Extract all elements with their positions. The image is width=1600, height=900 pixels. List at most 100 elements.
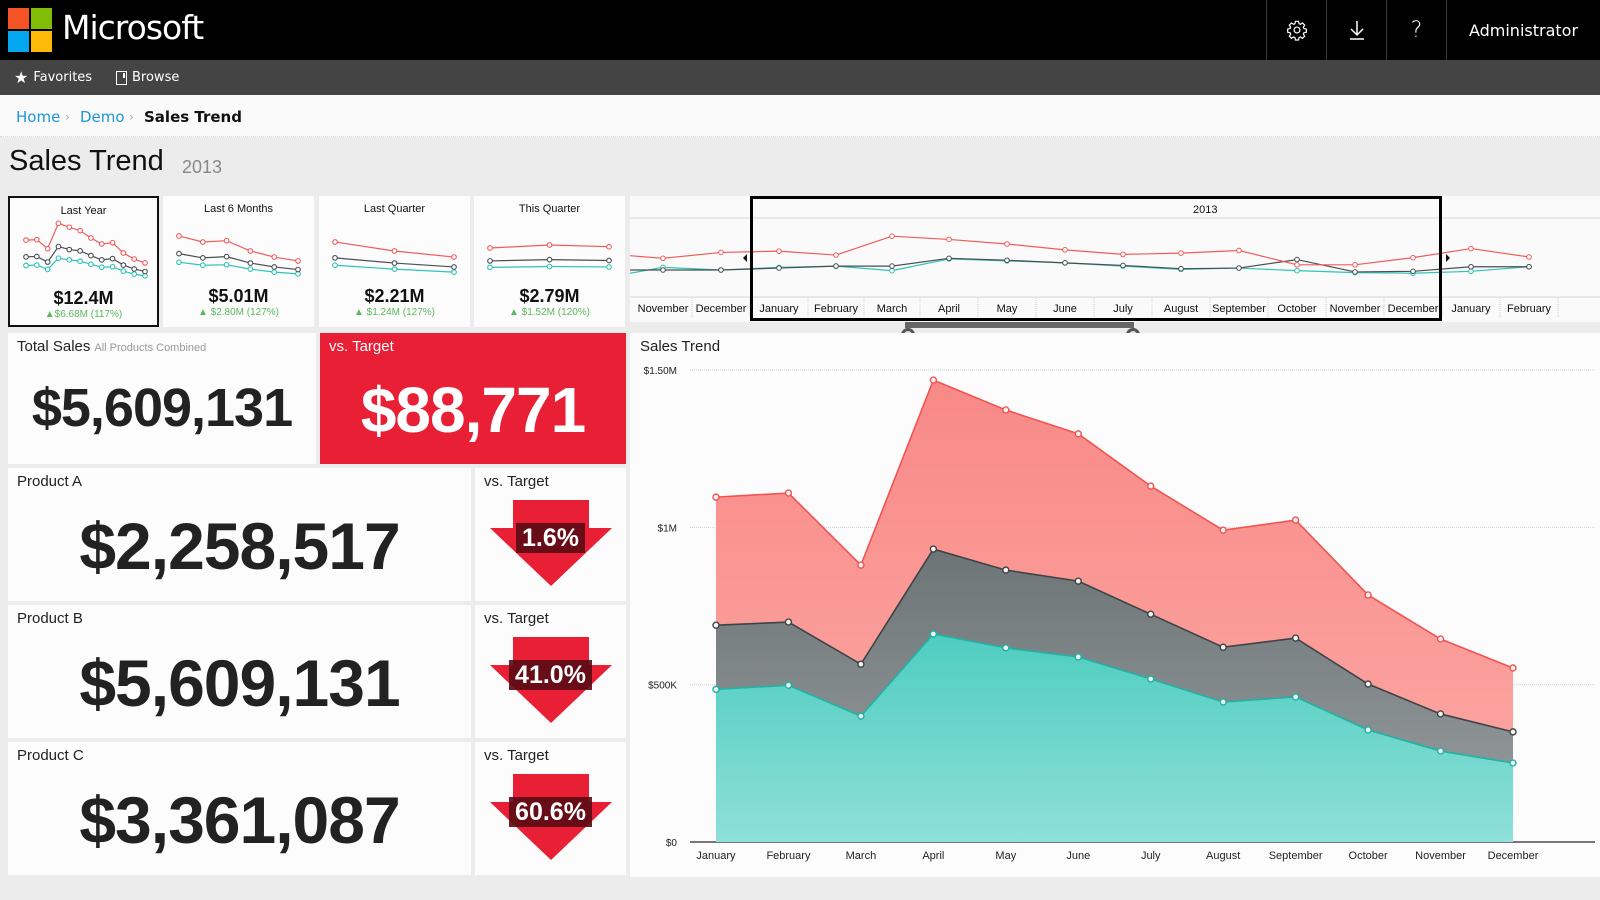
sparkline-point [120,268,127,274]
breadcrumb-demo[interactable]: Demo [80,108,125,126]
sales-trend-chart: $0 $500K $1M $1.50M January February March Apri… [644,366,1595,862]
data-point[interactable] [1364,680,1372,688]
star-icon: ★ [14,68,29,87]
total-sales-card: Total Sales All Products Combined $5,609,… [8,333,316,464]
microsoft-logo-icon[interactable] [8,8,52,52]
data-point[interactable] [1147,610,1155,618]
data-point[interactable] [1509,728,1517,736]
data-point[interactable] [1147,675,1155,683]
data-point[interactable] [929,545,938,553]
timeline-selection-window[interactable]: 2013 [750,196,1442,321]
data-point[interactable] [712,493,720,501]
data-point[interactable] [1219,526,1227,534]
data-point[interactable] [1002,566,1010,574]
data-point[interactable] [1074,430,1082,438]
sparkline-point [247,266,254,272]
product-a-card: Product A $2,258,517 [8,468,471,601]
data-point[interactable] [1219,643,1227,651]
data-point[interactable] [1364,591,1372,599]
brand-name[interactable]: Microsoft [62,8,204,47]
product-c-vs-target: vs. Target 60.6% [475,742,626,875]
kpi-sparkline [23,220,148,279]
sparkline-point [606,264,612,270]
data-point[interactable] [1002,406,1010,414]
data-point[interactable] [1219,698,1227,706]
kpi-card-last-year[interactable]: Last Year $12.4M ▲$6.68M (117%) [8,196,159,327]
vs-target-value: $88,771 [360,374,586,446]
sparkline-point [77,227,83,234]
range-slider-track[interactable] [905,322,1134,328]
gear-icon [1286,20,1307,41]
sparkline-point [33,253,40,260]
sparkline-point [55,255,62,262]
sparkline-point [131,271,138,277]
product-value: $3,361,087 [79,783,400,857]
data-point[interactable] [1436,710,1445,718]
sparkline-point [295,266,301,273]
kpi-value: $2.21M [364,286,425,306]
sparkline-point [487,264,493,271]
data-point[interactable] [857,561,865,569]
product-b-vs-target: vs. Target 41.0% [475,605,626,738]
sparkline-point [332,255,338,261]
x-tick-label: March [846,850,877,862]
data-point[interactable] [857,660,865,668]
vs-target-label: vs. Target [484,610,549,627]
sparkline-point [88,261,94,268]
data-point[interactable] [1291,634,1300,642]
settings-button[interactable] [1266,0,1326,60]
kpi-sparkline [332,239,457,275]
x-tick-label: September [1269,850,1323,862]
kpi-card-last-6-months[interactable]: Last 6 Months $5.01M ▲ $2.80M (127%) [163,196,314,327]
sparkline-point [55,220,62,227]
sparkline-point [55,243,62,250]
vs-target-percent: 60.6% [509,797,592,827]
data-point[interactable] [1147,482,1155,490]
user-menu[interactable]: Administrator [1446,0,1600,60]
sparkline-point [98,241,105,247]
kpi-card-this-quarter[interactable]: This Quarter $2.79M ▲ $1.52M (120%) [474,196,625,327]
sparkline-point [332,262,338,269]
sparkline-point [120,250,127,256]
data-point[interactable] [1436,747,1445,755]
data-point[interactable] [784,681,793,689]
sparkline-point [66,224,73,231]
sparkline-point [33,236,40,243]
sparkline-point [77,258,83,265]
data-point[interactable] [1509,664,1517,672]
data-point[interactable] [1291,693,1300,701]
product-b-card: Product B $5,609,131 [8,605,471,738]
data-point[interactable] [1509,759,1517,767]
help-button[interactable]: ? [1386,0,1446,60]
data-point[interactable] [929,630,938,638]
timeline-left-marker-icon [743,254,747,262]
user-name: Administrator [1468,20,1579,40]
data-point[interactable] [1364,726,1372,734]
data-point[interactable] [1074,653,1082,661]
vs-target-percent: 1.6% [516,523,585,553]
kpi-delta: ▲ $2.80M (127%) [197,307,280,318]
download-button[interactable] [1326,0,1386,60]
data-point[interactable] [784,618,793,626]
kpi-card-last-quarter[interactable]: Last Quarter $2.21M ▲ $1.24M (127%) [319,196,470,327]
data-point[interactable] [712,685,720,694]
sparkline-point [199,239,206,245]
timeline-point [1526,254,1532,260]
sparkline-point [451,264,457,270]
chevron-right-icon: › [65,110,70,124]
x-tick-label: December [1488,850,1539,862]
browse-link[interactable]: Browse [116,60,179,95]
data-point[interactable] [1291,516,1300,524]
data-point[interactable] [929,376,938,384]
timeline-navigator[interactable]: November December January February March Apri… [630,196,1600,322]
data-point[interactable] [857,712,865,720]
data-point[interactable] [712,621,720,629]
breadcrumb-home[interactable]: Home [16,108,60,126]
favorites-link[interactable]: ★ Favorites [14,60,92,95]
data-point[interactable] [1436,635,1445,643]
data-point[interactable] [784,489,793,497]
data-point[interactable] [1002,644,1010,652]
y-tick-label: $1.50M [644,366,677,377]
data-point[interactable] [1074,577,1082,585]
product-label: Product A [17,473,83,490]
